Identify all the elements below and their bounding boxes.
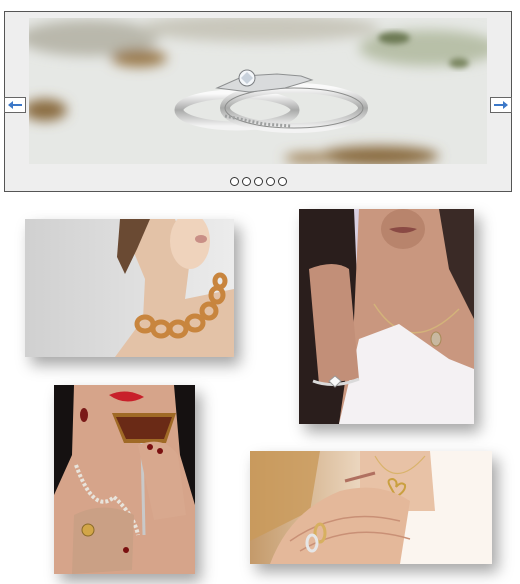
carousel-dot-1[interactable] [229,177,239,186]
carousel-dot-5[interactable] [277,177,287,186]
hand-rings-photo[interactable] [250,451,492,564]
carousel-pagination [5,177,511,186]
bracelet-photo[interactable] [299,209,474,424]
arrow-right-icon [493,100,509,110]
image-carousel [4,11,512,192]
carousel-dot-4[interactable] [265,177,275,186]
carousel-prev-button[interactable] [4,97,26,113]
ring-drink-photo[interactable] [54,385,195,574]
necklace-photo[interactable] [25,219,234,357]
arrow-left-icon [7,100,23,110]
carousel-dot-3[interactable] [253,177,263,186]
carousel-next-button[interactable] [490,97,512,113]
carousel-slide-rings[interactable] [29,18,487,164]
carousel-dot-2[interactable] [241,177,251,186]
